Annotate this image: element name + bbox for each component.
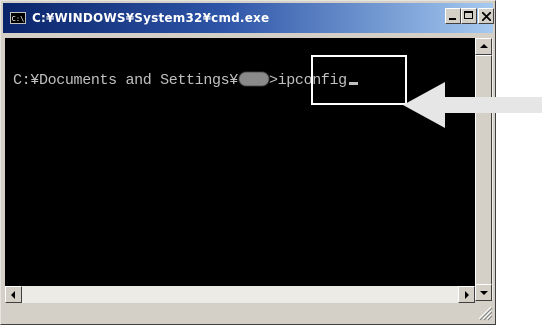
vertical-scrollbar[interactable] (475, 38, 493, 301)
scroll-up-button[interactable] (475, 38, 492, 55)
right-arrow-small-icon (465, 291, 469, 299)
horizontal-scrollbar[interactable] (5, 286, 475, 303)
size-grip[interactable] (475, 303, 493, 321)
resize-grip-icon (478, 306, 493, 321)
close-icon (482, 12, 491, 21)
prompt-path: C:¥Documents and Settings¥ (13, 72, 238, 89)
down-arrow-icon (480, 291, 488, 295)
scroll-left-button[interactable] (5, 286, 22, 303)
console-output[interactable]: C:¥Documents and Settings¥ >ipconfig (5, 38, 475, 286)
cmd-window: C:\ C:¥WINDOWS¥System32¥cmd.exe C:¥Docum… (0, 0, 496, 325)
maximize-button[interactable] (461, 8, 477, 24)
scroll-down-button[interactable] (475, 284, 492, 301)
up-arrow-icon (480, 44, 488, 48)
title-bar[interactable]: C:\ C:¥WINDOWS¥System32¥cmd.exe (3, 3, 494, 33)
left-arrow-small-icon (11, 291, 15, 299)
minimize-button[interactable] (445, 8, 461, 24)
window-title: C:¥WINDOWS¥System32¥cmd.exe (32, 11, 270, 25)
command-highlight-box (311, 55, 407, 105)
command-line: C:¥Documents and Settings¥ >ipconfig (13, 72, 358, 90)
console-window-icon[interactable]: C:\ (10, 12, 26, 24)
left-arrow-icon (403, 82, 542, 128)
scroll-right-button[interactable] (458, 286, 475, 303)
redacted-username (238, 72, 269, 86)
prompt-symbol: > (268, 72, 278, 89)
close-button[interactable] (478, 8, 494, 24)
